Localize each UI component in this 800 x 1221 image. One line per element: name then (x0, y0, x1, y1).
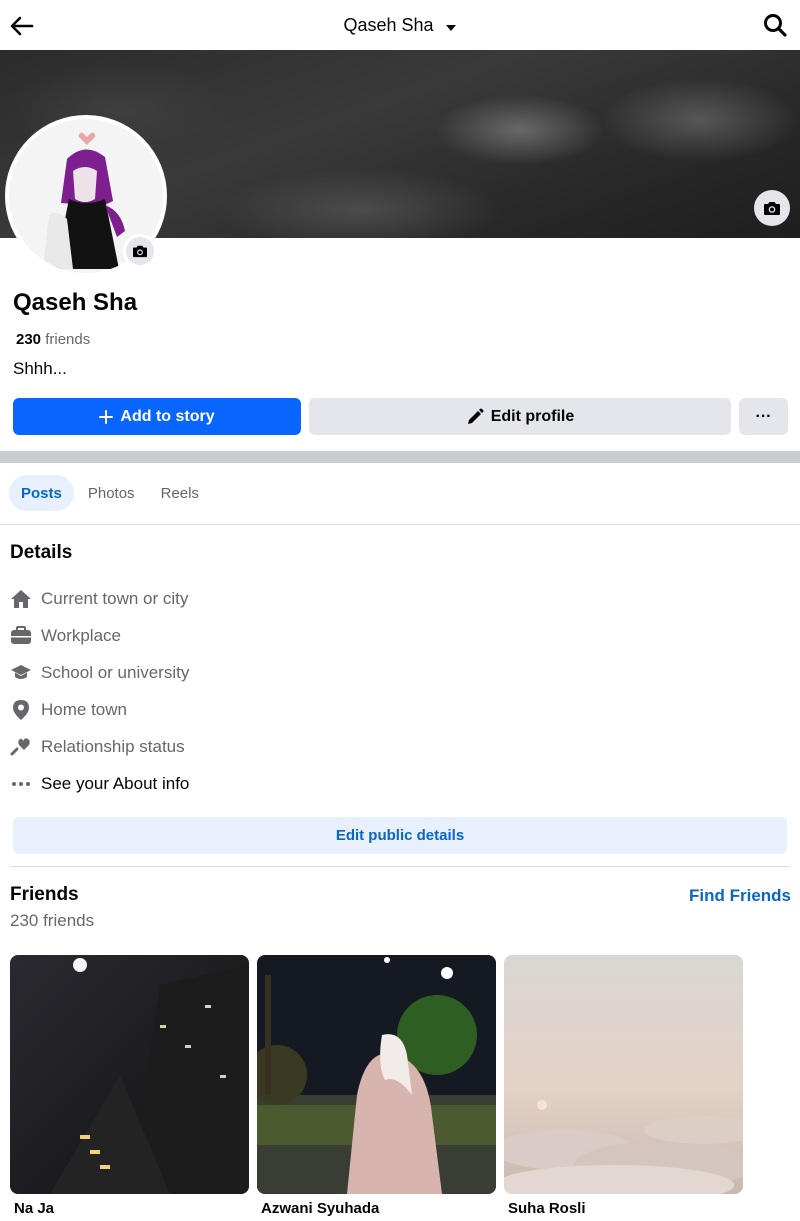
profile-tabs: Posts Photos Reels (0, 475, 211, 513)
friend-count[interactable]: 230 friends (16, 331, 90, 348)
friend-photo[interactable] (257, 955, 496, 1194)
home-icon (10, 588, 32, 610)
friends-title: Friends (10, 884, 79, 905)
see-about-info[interactable]: See your About info (10, 772, 189, 796)
detail-home-town[interactable]: Home town (10, 698, 127, 722)
friend-count-number: 230 (16, 331, 42, 348)
edit-profile-picture-button[interactable] (123, 234, 157, 268)
friend-card[interactable]: Suha Rosli (504, 955, 743, 1217)
briefcase-icon (10, 625, 32, 647)
friend-card[interactable]: Azwani Syuhada (257, 955, 496, 1217)
more-options-button[interactable]: ··· (739, 398, 788, 435)
search-button[interactable] (762, 12, 788, 38)
detail-school[interactable]: School or university (10, 661, 189, 685)
more-dots-icon (10, 773, 32, 795)
top-bar: Qaseh Sha (0, 0, 800, 50)
edit-profile-label: Edit profile (490, 407, 575, 425)
heart-icon (10, 736, 32, 758)
friend-photo[interactable] (10, 955, 249, 1194)
detail-label: See your About info (41, 774, 190, 793)
profile-bio: Shhh... (13, 359, 67, 378)
detail-label: Relationship status (41, 737, 185, 756)
tab-photos[interactable]: Photos (76, 475, 147, 511)
add-to-story-button[interactable]: Add to story (13, 398, 301, 435)
tab-reels[interactable]: Reels (149, 475, 211, 511)
camera-icon (764, 202, 780, 215)
detail-current-town[interactable]: Current town or city (10, 587, 188, 611)
tab-posts[interactable]: Posts (9, 475, 74, 511)
friends-count: 230 friends (10, 911, 95, 930)
detail-label: School or university (41, 663, 190, 682)
search-icon (764, 14, 787, 37)
graduation-cap-icon (10, 662, 32, 684)
plus-icon (99, 409, 114, 424)
friend-name[interactable]: Na Ja (14, 1200, 249, 1217)
friend-name[interactable]: Suha Rosli (508, 1200, 743, 1217)
friend-name[interactable]: Azwani Syuhada (261, 1200, 496, 1217)
detail-workplace[interactable]: Workplace (10, 624, 121, 648)
pencil-icon (466, 408, 484, 426)
details-divider (10, 866, 790, 867)
profile-name: Qaseh Sha (13, 289, 138, 316)
friend-card[interactable]: Na Ja (10, 955, 249, 1217)
detail-label: Workplace (41, 626, 121, 645)
more-dots-icon: ··· (755, 407, 772, 425)
section-divider (0, 451, 800, 463)
caret-down-icon (445, 16, 457, 37)
profile-switcher[interactable]: Qaseh Sha (0, 15, 800, 37)
detail-relationship[interactable]: Relationship status (10, 735, 185, 759)
details-title: Details (10, 542, 73, 563)
edit-public-details-button[interactable]: Edit public details (13, 817, 787, 854)
edit-cover-photo-button[interactable] (754, 190, 790, 226)
tabs-divider (0, 524, 800, 525)
camera-icon (133, 245, 147, 258)
edit-profile-button[interactable]: Edit profile (309, 398, 731, 435)
find-friends-link[interactable]: Find Friends (689, 886, 791, 906)
header-title: Qaseh Sha (343, 15, 434, 35)
location-pin-icon (10, 699, 32, 721)
friend-photo[interactable] (504, 955, 743, 1194)
add-to-story-label: Add to story (120, 407, 215, 425)
friend-count-label: friends (45, 331, 91, 348)
detail-label: Current town or city (41, 589, 189, 608)
detail-label: Home town (41, 700, 127, 719)
